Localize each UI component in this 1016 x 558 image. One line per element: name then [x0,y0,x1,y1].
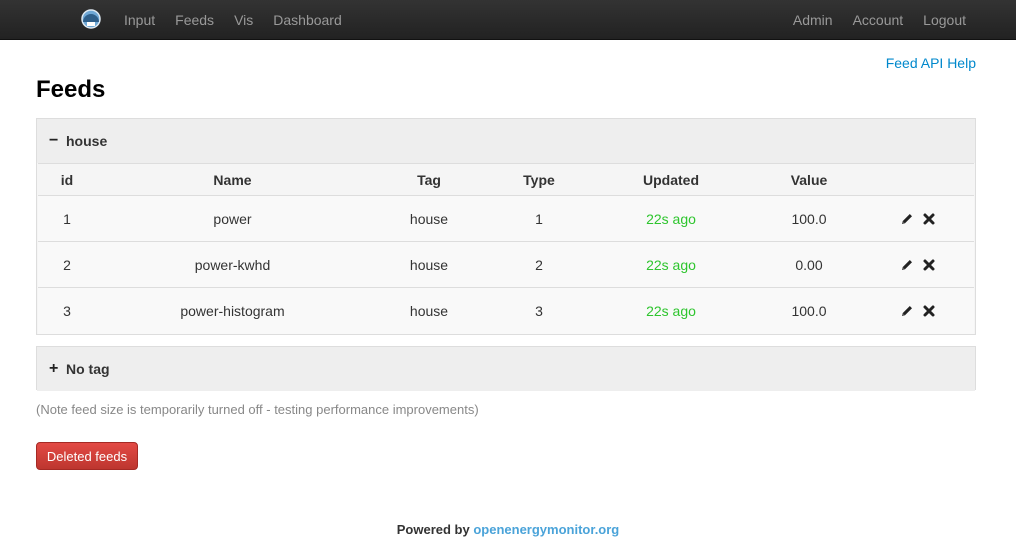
feed-size-note: (Note feed size is temporarily turned of… [36,402,479,417]
col-name[interactable]: Name [96,164,369,196]
nav-feeds[interactable]: Feeds [165,2,224,38]
feed-type: 2 [535,256,543,273]
collapse-minus-icon[interactable]: − [49,132,61,150]
delete-x-icon[interactable] [922,304,936,318]
feed-updated: 22s ago [646,302,696,319]
group-no-tag-name: No tag [66,361,110,377]
feed-value: 100.0 [791,302,827,319]
nav-vis[interactable]: Vis [224,2,263,38]
col-value[interactable]: Value [753,164,865,196]
nav-account[interactable]: Account [843,2,914,38]
feed-value: 0.00 [795,256,823,273]
feed-tag: house [409,256,449,273]
footer-powered-by: Powered by [396,522,470,537]
feed-actions [865,196,974,242]
feed-name: power-kwhd [194,256,271,273]
table-header-row: id Name Tag Type Updated Value [38,163,974,196]
footer: Powered by openenergymonitor.org [0,522,1016,537]
nav-admin[interactable]: Admin [783,2,843,38]
nav-dashboard[interactable]: Dashboard [263,2,352,38]
group-no-tag: + No tag [36,346,976,391]
feed-tag: house [409,210,449,227]
feed-value: 100.0 [791,210,827,227]
feed-name: power [213,210,252,227]
pencil-icon[interactable] [900,212,914,226]
feed-api-help-link[interactable]: Feed API Help [886,55,976,71]
feed-type: 1 [535,210,543,227]
col-tag[interactable]: Tag [369,164,489,196]
expand-plus-icon[interactable]: + [49,360,61,378]
group-house-header[interactable]: − house [37,119,975,163]
feed-id: 1 [63,210,71,227]
feed-id: 2 [63,256,71,273]
page-title: Feeds [36,76,106,103]
energy-meter-icon[interactable] [80,9,102,29]
feed-type: 3 [535,302,543,319]
group-no-tag-header[interactable]: + No tag [37,347,975,391]
feed-id: 3 [63,302,71,319]
col-type[interactable]: Type [489,164,589,196]
nav-logout[interactable]: Logout [913,2,976,38]
feed-tag: house [409,302,449,319]
feed-actions [865,288,974,334]
pencil-icon[interactable] [900,304,914,318]
pencil-icon[interactable] [900,258,914,272]
table-row: 2 power-kwhd house 2 22s ago 0.00 [38,241,974,288]
group-house: − house id Name Tag Type Updated Value 1… [36,118,976,335]
feed-name: power-histogram [180,302,285,319]
deleted-feeds-button[interactable]: Deleted feeds [36,442,138,470]
col-actions [865,164,974,196]
feed-updated: 22s ago [646,210,696,227]
feed-updated: 22s ago [646,256,696,273]
footer-link[interactable]: openenergymonitor.org [473,522,619,537]
table-row: 1 power house 1 22s ago 100.0 [38,195,974,242]
feeds-table: id Name Tag Type Updated Value 1 power h… [38,163,974,334]
nav-input[interactable]: Input [114,2,165,38]
col-id[interactable]: id [38,164,96,196]
col-updated[interactable]: Updated [589,164,753,196]
group-house-name: house [66,133,108,149]
top-navbar: Input Feeds Vis Dashboard Admin Account … [0,0,1016,40]
delete-x-icon[interactable] [922,258,936,272]
feed-actions [865,242,974,288]
table-row: 3 power-histogram house 3 22s ago 100.0 [38,287,974,334]
delete-x-icon[interactable] [922,212,936,226]
